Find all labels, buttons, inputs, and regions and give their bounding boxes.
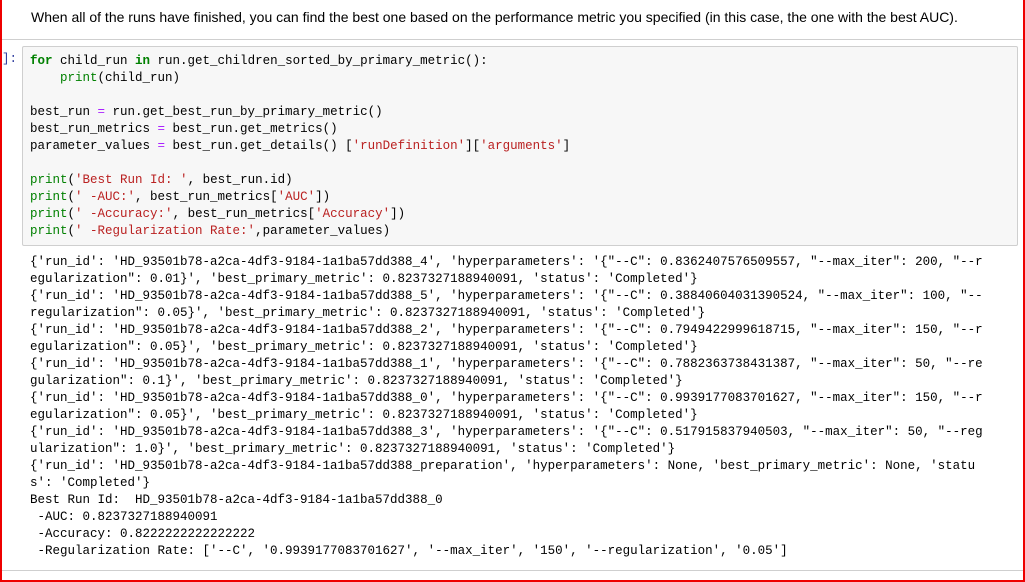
code-token: (child_run) — [97, 71, 181, 85]
output-line: Best Run Id: HD_93501b78-a2ca-4df3-9184-… — [30, 493, 443, 507]
code-line: print(' -AUC:', best_run_metrics['AUC']) — [30, 189, 570, 206]
cell-output: {'run_id': 'HD_93501b78-a2ca-4df3-9184-1… — [30, 254, 983, 560]
cell-prompt: ]: — [2, 52, 18, 66]
code-token: ]) — [315, 190, 331, 204]
code-line: parameter_values = best_run.get_details(… — [30, 138, 570, 155]
code-cell-input[interactable]: for child_run in run.get_children_sorted… — [22, 46, 1018, 246]
code-line: print(' -Regularization Rate:',parameter… — [30, 223, 570, 240]
output-line: regularization": 0.05}', 'best_primary_m… — [30, 306, 706, 320]
code-token: print — [60, 71, 98, 85]
code-token: print — [30, 207, 68, 221]
code-token: ( — [67, 190, 76, 204]
output-line: gularization": 0.1}', 'best_primary_metr… — [30, 374, 683, 388]
output-line: egularization": 0.05}', 'best_primary_me… — [30, 408, 698, 422]
output-line: {'run_id': 'HD_93501b78-a2ca-4df3-9184-1… — [30, 255, 983, 269]
code-token: run.get_children_sorted_by_primary_metri… — [150, 54, 488, 68]
cell-bottom-divider — [2, 570, 1023, 571]
output-line: -Regularization Rate: ['--C', '0.9939177… — [30, 544, 788, 558]
code-token: ][ — [465, 139, 481, 153]
code-token: ' -Accuracy:' — [75, 207, 173, 221]
code-token: 'arguments' — [480, 139, 563, 153]
code-token: 'Accuracy' — [315, 207, 391, 221]
output-line: -Accuracy: 0.8222222222222222 — [30, 527, 256, 541]
code-token: ]) — [390, 207, 406, 221]
code-token: best_run.get_details() [ — [165, 139, 353, 153]
code-line: for child_run in run.get_children_sorted… — [30, 53, 570, 70]
code-token: = — [157, 139, 166, 153]
code-token: parameter_values — [30, 139, 158, 153]
code-line: print('Best Run Id: ', best_run.id) — [30, 172, 570, 189]
code-token: , best_run_metrics[ — [172, 207, 316, 221]
code-token: , best_run_metrics[ — [135, 190, 278, 204]
code-token: 'AUC' — [277, 190, 316, 204]
output-line: egularization": 0.05}', 'best_primary_me… — [30, 340, 698, 354]
code-token: print — [30, 190, 68, 204]
code-token: = — [97, 105, 106, 119]
code-token: print — [30, 224, 68, 238]
output-line: {'run_id': 'HD_93501b78-a2ca-4df3-9184-1… — [30, 425, 983, 439]
code-token: = — [157, 122, 166, 136]
code-line: best_run = run.get_best_run_by_primary_m… — [30, 104, 570, 121]
output-line: s': 'Completed'} — [30, 476, 151, 490]
code-line: best_run_metrics = best_run.get_metrics(… — [30, 121, 570, 138]
code-token: best_run — [30, 105, 98, 119]
cell-divider — [2, 39, 1023, 40]
code-line: print(child_run) — [30, 70, 570, 87]
code-token: run.get_best_run_by_primary_metric() — [105, 105, 383, 119]
code-token: ' -Regularization Rate:' — [75, 224, 256, 238]
code-token: in — [135, 54, 151, 68]
code-token: 'runDefinition' — [352, 139, 466, 153]
code-token: ( — [67, 224, 76, 238]
code-token: ] — [562, 139, 571, 153]
code-token: best_run.get_metrics() — [165, 122, 338, 136]
output-line: ularization": 1.0}', 'best_primary_metri… — [30, 442, 676, 456]
code-editor[interactable]: for child_run in run.get_children_sorted… — [30, 53, 570, 240]
code-token: child_run — [52, 54, 136, 68]
code-token: 'Best Run Id: ' — [75, 173, 188, 187]
output-line: {'run_id': 'HD_93501b78-a2ca-4df3-9184-1… — [30, 323, 983, 337]
code-token: best_run_metrics — [30, 122, 158, 136]
code-token: ( — [67, 173, 76, 187]
code-token: ( — [67, 207, 76, 221]
code-token: ' -AUC:' — [75, 190, 136, 204]
code-token: ,parameter_values) — [255, 224, 391, 238]
code-line: print(' -Accuracy:', best_run_metrics['A… — [30, 206, 570, 223]
markdown-cell-text: When all of the runs have finished, you … — [31, 9, 958, 25]
code-token: for — [30, 54, 53, 68]
output-line: {'run_id': 'HD_93501b78-a2ca-4df3-9184-1… — [30, 391, 983, 405]
output-line: -AUC: 0.8237327188940091 — [30, 510, 218, 524]
code-token: , best_run.id) — [187, 173, 293, 187]
code-token: print — [30, 173, 68, 187]
output-line: {'run_id': 'HD_93501b78-a2ca-4df3-9184-1… — [30, 357, 983, 371]
output-line: {'run_id': 'HD_93501b78-a2ca-4df3-9184-1… — [30, 459, 976, 473]
output-line: egularization": 0.01}', 'best_primary_me… — [30, 272, 698, 286]
output-line: {'run_id': 'HD_93501b78-a2ca-4df3-9184-1… — [30, 289, 983, 303]
